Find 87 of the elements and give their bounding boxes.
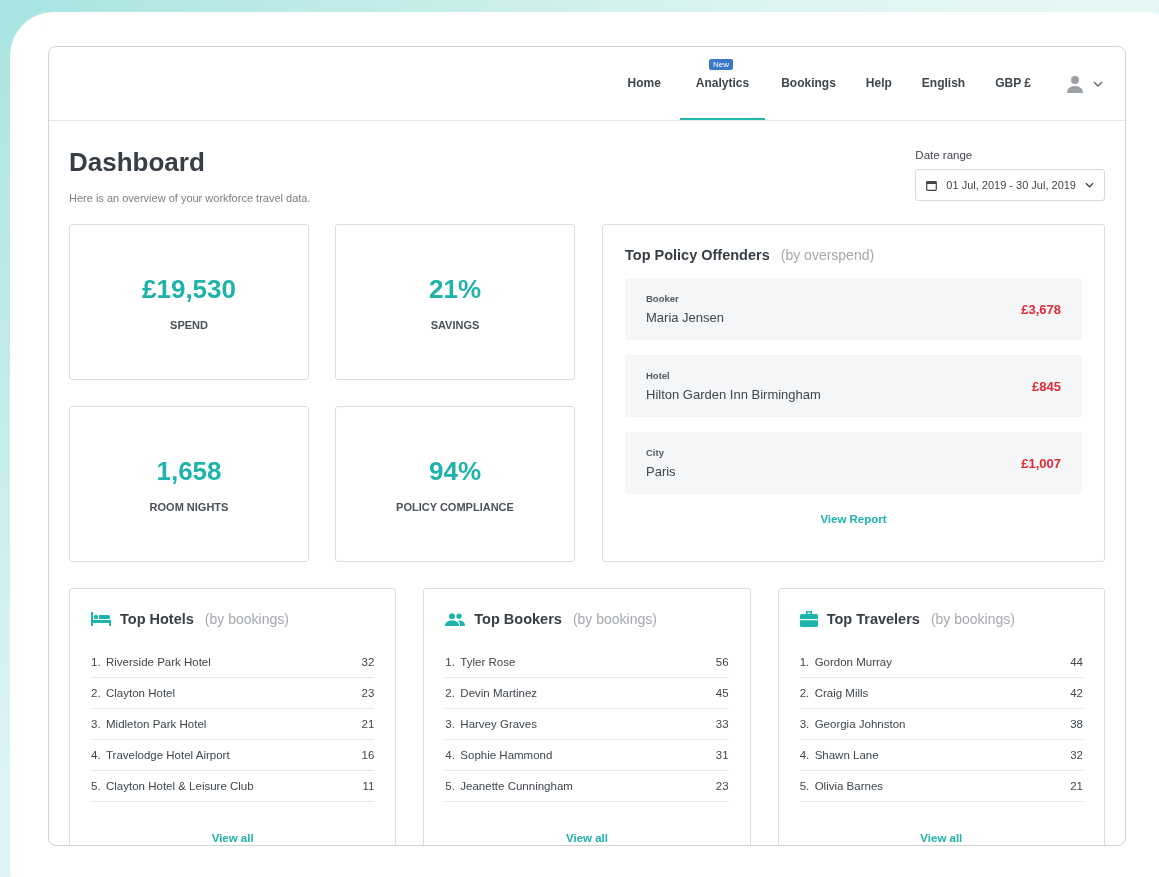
- rank-number: 3.: [445, 718, 456, 730]
- rank-number: 5.: [799, 780, 811, 792]
- people-icon: [445, 612, 466, 626]
- rank-number: 3.: [799, 718, 811, 730]
- stat-label: POLICY COMPLIANCE: [396, 500, 514, 513]
- stat-value: 1,658: [156, 455, 222, 487]
- date-range-picker[interactable]: 01 Jul, 2019 - 30 Jul, 2019: [915, 169, 1105, 201]
- rank-number: 1.: [91, 656, 102, 668]
- booking-count: 44: [1070, 656, 1083, 668]
- stat-label: SPEND: [170, 318, 208, 331]
- booking-count: 21: [1070, 780, 1083, 792]
- booking-count: 38: [1070, 718, 1083, 730]
- rank-number: 3.: [91, 718, 102, 730]
- ranking-name: Travelodge Hotel Airport: [106, 749, 231, 761]
- booking-count: 42: [1070, 687, 1083, 699]
- rank-number: 1.: [799, 656, 811, 668]
- offender-name: Paris: [646, 464, 676, 479]
- card-subtitle: (by bookings): [204, 611, 289, 627]
- ranking-name: Craig Mills: [814, 687, 870, 699]
- rank-number: 2.: [799, 687, 811, 699]
- rank-number: 2.: [445, 687, 456, 699]
- calendar-icon: [926, 179, 938, 191]
- ranking-name: Olivia Barnes: [814, 780, 885, 792]
- card-title: Top Hotels: [120, 611, 194, 627]
- rank-number: 4.: [799, 749, 811, 761]
- date-range-label: Date range: [915, 149, 974, 161]
- booking-count: 45: [715, 687, 729, 699]
- ranking-name: Sophie Hammond: [460, 749, 554, 761]
- stat-value: 94%: [428, 455, 481, 487]
- booking-count: 16: [361, 749, 375, 761]
- rank-number: 4.: [445, 749, 456, 761]
- offender-category: Booker: [646, 293, 680, 304]
- overspend-amount: £3,678: [1021, 301, 1061, 317]
- ranking-name: Gordon Murray: [814, 656, 893, 668]
- booking-count: 23: [715, 780, 729, 792]
- stat-value: 21%: [428, 273, 481, 305]
- offender-name: Hilton Garden Inn Birmingham: [646, 387, 821, 402]
- overspend-amount: £1,007: [1021, 455, 1061, 471]
- nav-tab[interactable]: Bookings: [767, 47, 850, 120]
- stat-label: ROOM NIGHTS: [149, 500, 229, 513]
- booking-count: 33: [715, 718, 729, 730]
- booking-count: 32: [361, 656, 375, 668]
- ranking-name: Devin Martinez: [460, 687, 539, 699]
- ranking-name: Clayton Hotel & Leisure Club: [106, 780, 255, 792]
- ranking-name: Shawn Lane: [814, 749, 880, 761]
- ranking-name: Riverside Park Hotel: [106, 656, 212, 668]
- ranking-name: Jeanette Cunningham: [460, 780, 574, 792]
- rank-number: 5.: [91, 780, 102, 792]
- nav-tab[interactable]: English: [907, 47, 980, 120]
- new-badge: New: [709, 59, 733, 70]
- nav-tab[interactable]: Help: [851, 47, 906, 120]
- booking-count: 32: [1070, 749, 1083, 761]
- ranking-name: Georgia Johnston: [814, 718, 907, 730]
- card-title: Top Travelers: [826, 611, 920, 627]
- user-avatar-icon: [1066, 74, 1084, 93]
- stat-label: SAVINGS: [430, 318, 480, 331]
- rank-number: 1.: [445, 656, 456, 668]
- overspend-amount: £845: [1032, 378, 1061, 394]
- ranking-name: Midleton Park Hotel: [106, 718, 208, 730]
- booking-count: 11: [362, 780, 375, 792]
- page-subtitle: Here is an overview of your workforce travel data.: [69, 192, 311, 204]
- card-title: Top Policy Offenders: [625, 247, 770, 263]
- briefcase-icon: [799, 611, 818, 627]
- card-subtitle: (by bookings): [572, 611, 657, 627]
- nav-tab[interactable]: GBP £: [981, 47, 1045, 120]
- page-title: Dashboard: [69, 147, 206, 178]
- nav-tab[interactable]: Home: [613, 47, 675, 120]
- offender-name: Maria Jensen: [646, 310, 725, 325]
- rank-number: 5.: [445, 780, 456, 792]
- rank-number: 4.: [91, 749, 102, 761]
- ranking-name: Harvey Graves: [460, 718, 538, 730]
- booking-count: 56: [715, 656, 729, 668]
- bed-icon: [91, 612, 111, 626]
- booking-count: 23: [361, 687, 375, 699]
- card-title: Top Bookers: [474, 611, 562, 627]
- offender-category: Hotel: [646, 370, 671, 381]
- chevron-down-icon: [1093, 80, 1103, 87]
- rank-number: 2.: [91, 687, 102, 699]
- offender-category: City: [646, 447, 665, 458]
- stat-value: £19,530: [142, 273, 236, 305]
- chevron-down-icon: [1085, 182, 1094, 188]
- card-subtitle: (by overspend): [780, 247, 875, 263]
- card-subtitle: (by bookings): [930, 611, 1015, 627]
- ranking-name: Clayton Hotel: [106, 687, 177, 699]
- ranking-name: Tyler Rose: [460, 656, 517, 668]
- booking-count: 21: [361, 718, 375, 730]
- booking-count: 31: [715, 749, 729, 761]
